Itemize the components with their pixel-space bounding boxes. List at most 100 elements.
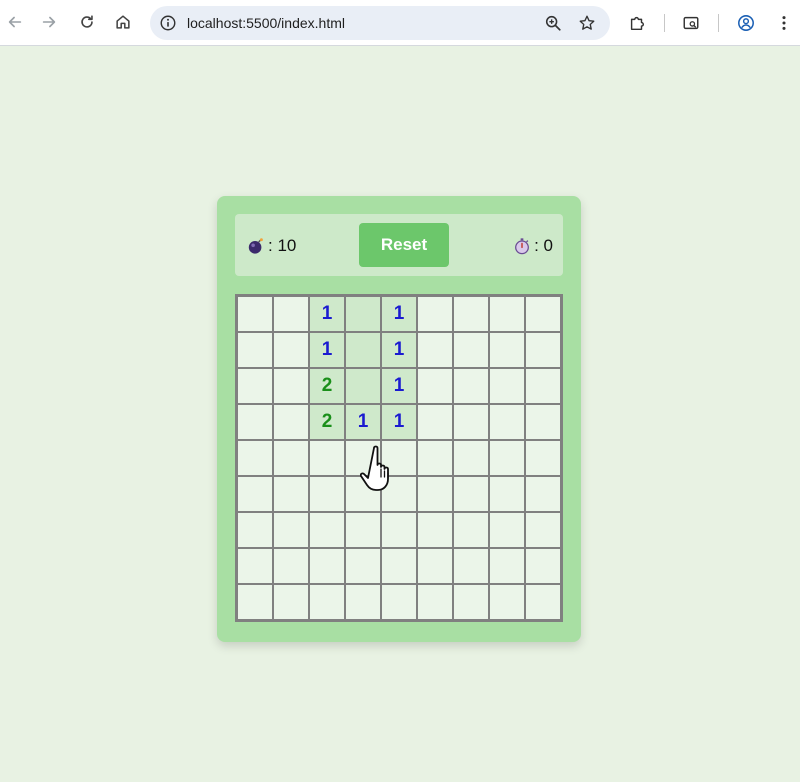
grid-cell[interactable] [310, 549, 344, 583]
grid-cell[interactable] [346, 585, 380, 619]
grid-cell[interactable] [490, 477, 524, 511]
grid-cell[interactable] [310, 513, 344, 547]
grid-cell[interactable] [310, 441, 344, 475]
grid-cell[interactable] [238, 585, 272, 619]
grid-cell[interactable]: 1 [382, 333, 416, 367]
grid-cell[interactable] [382, 441, 416, 475]
bookmark-star-icon[interactable] [578, 14, 596, 32]
grid-cell[interactable] [418, 333, 452, 367]
grid-cell[interactable] [274, 549, 308, 583]
grid-cell[interactable] [418, 297, 452, 331]
grid-cell[interactable] [418, 585, 452, 619]
grid-cell[interactable] [490, 405, 524, 439]
grid-cell[interactable] [526, 369, 560, 403]
grid-cell[interactable]: 1 [346, 405, 380, 439]
grid-cell[interactable] [382, 477, 416, 511]
menu-kebab-icon[interactable] [775, 14, 793, 32]
reload-button[interactable] [72, 7, 102, 37]
grid-cell[interactable] [238, 297, 272, 331]
grid-cell[interactable] [490, 333, 524, 367]
grid-cell[interactable] [382, 549, 416, 583]
grid-cell[interactable] [274, 477, 308, 511]
grid-cell[interactable] [238, 333, 272, 367]
grid-cell[interactable] [418, 441, 452, 475]
grid-cell[interactable]: 2 [310, 369, 344, 403]
grid-cell[interactable]: 1 [382, 297, 416, 331]
mine-count-text: : 10 [268, 236, 297, 255]
tab-search-icon[interactable] [682, 14, 700, 32]
grid-cell[interactable] [418, 513, 452, 547]
grid-cell[interactable] [274, 333, 308, 367]
grid-cell[interactable] [454, 585, 488, 619]
grid-cell[interactable] [274, 405, 308, 439]
grid-cell[interactable] [454, 297, 488, 331]
grid-cell[interactable] [418, 549, 452, 583]
grid-cell[interactable] [490, 549, 524, 583]
grid-cell[interactable]: 2 [310, 405, 344, 439]
grid-cell[interactable] [490, 441, 524, 475]
grid-cell[interactable]: 1 [382, 369, 416, 403]
grid-cell[interactable] [310, 477, 344, 511]
toolbar-divider [718, 14, 719, 32]
grid-cell[interactable] [418, 369, 452, 403]
grid-cell[interactable] [346, 549, 380, 583]
grid-cell[interactable] [454, 369, 488, 403]
grid-cell[interactable] [526, 333, 560, 367]
grid-cell[interactable] [418, 477, 452, 511]
grid-cell[interactable] [490, 513, 524, 547]
grid-cell[interactable] [526, 405, 560, 439]
grid-cell[interactable] [490, 369, 524, 403]
grid-cell[interactable] [310, 585, 344, 619]
reset-button[interactable]: Reset [359, 223, 449, 267]
home-button[interactable] [108, 7, 138, 37]
grid-cell[interactable] [382, 513, 416, 547]
grid-cell[interactable] [346, 513, 380, 547]
grid-cell[interactable] [526, 513, 560, 547]
profile-icon[interactable] [737, 14, 755, 32]
grid-cell[interactable] [238, 441, 272, 475]
grid-cell[interactable]: 1 [310, 333, 344, 367]
grid-cell[interactable] [454, 477, 488, 511]
grid-cell[interactable] [454, 441, 488, 475]
grid-cell[interactable] [454, 513, 488, 547]
grid-cell[interactable] [454, 333, 488, 367]
grid-cell[interactable] [238, 405, 272, 439]
grid-cell[interactable] [454, 549, 488, 583]
grid-cell[interactable] [526, 585, 560, 619]
home-icon [116, 15, 130, 29]
minesweeper-grid: 1 11 12 1211 [235, 294, 563, 622]
grid-cell[interactable] [274, 369, 308, 403]
stopwatch-icon [515, 238, 530, 255]
grid-cell[interactable] [526, 477, 560, 511]
grid-cell[interactable] [238, 477, 272, 511]
address-bar[interactable]: localhost:5500/index.html [150, 6, 610, 40]
grid-cell[interactable] [274, 441, 308, 475]
extensions-icon[interactable] [628, 14, 646, 32]
grid-cell[interactable]: 1 [310, 297, 344, 331]
grid-cell[interactable] [346, 297, 380, 331]
grid-cell[interactable] [238, 549, 272, 583]
grid-cell[interactable] [346, 477, 380, 511]
back-button[interactable] [0, 7, 30, 37]
grid-cell[interactable] [238, 513, 272, 547]
grid-cell[interactable]: 1 [382, 405, 416, 439]
grid-cell[interactable] [454, 405, 488, 439]
grid-cell[interactable] [526, 549, 560, 583]
zoom-icon[interactable] [544, 14, 562, 32]
site-info-icon[interactable] [159, 14, 177, 32]
grid-cell[interactable] [346, 333, 380, 367]
grid-cell[interactable] [274, 513, 308, 547]
browser-toolbar: localhost:5500/index.html [0, 0, 800, 46]
grid-cell[interactable] [526, 297, 560, 331]
grid-cell[interactable] [490, 585, 524, 619]
grid-cell[interactable] [238, 369, 272, 403]
grid-cell[interactable] [274, 585, 308, 619]
grid-cell[interactable] [274, 297, 308, 331]
grid-cell[interactable] [382, 585, 416, 619]
grid-cell[interactable] [346, 369, 380, 403]
grid-cell[interactable] [346, 441, 380, 475]
grid-cell[interactable] [526, 441, 560, 475]
forward-button[interactable] [34, 7, 64, 37]
grid-cell[interactable] [490, 297, 524, 331]
grid-cell[interactable] [418, 405, 452, 439]
